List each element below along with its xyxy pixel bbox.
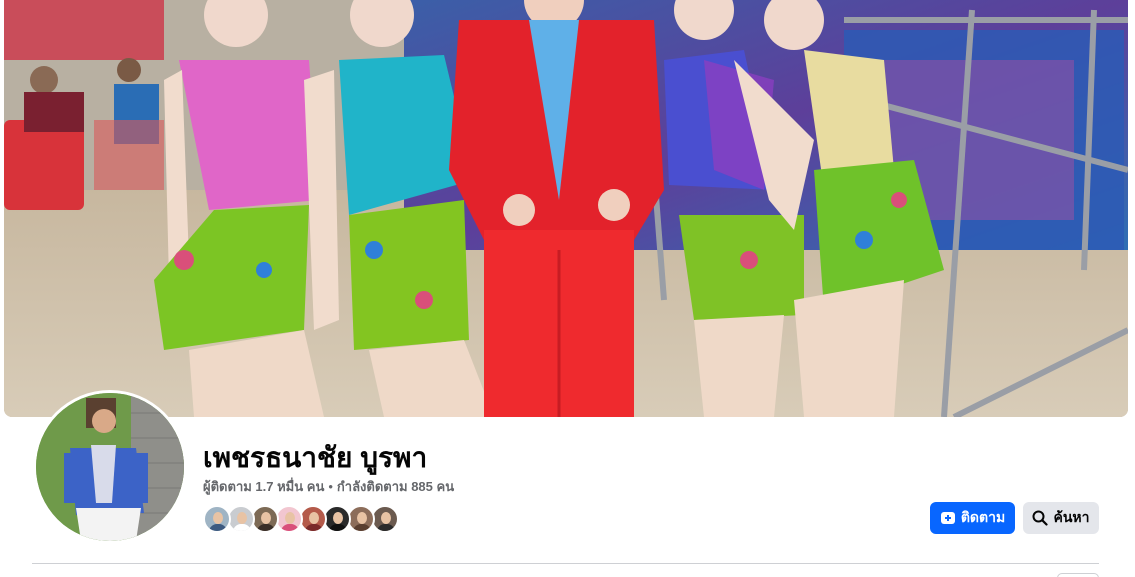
follower-avatar[interactable] (347, 505, 375, 533)
follower-avatar-body (353, 524, 371, 531)
facebook-profile-page: เพชรธนาชัย บูรพา ผู้ติดตาม 1.7 หมื่น คน •… (0, 0, 1135, 577)
follower-avatar[interactable] (203, 505, 231, 533)
follow-plus-icon (940, 510, 956, 526)
follow-button-label: ติดตาม (960, 509, 1006, 525)
follower-avatar-body (233, 524, 251, 531)
follower-avatars[interactable] (203, 505, 399, 533)
follower-avatar-face (213, 512, 223, 524)
follower-avatar[interactable] (323, 505, 351, 533)
profile-picture-image (36, 393, 184, 541)
follower-avatar-body (377, 524, 395, 531)
follower-avatar-face (237, 512, 247, 524)
follower-avatar-face (309, 512, 319, 524)
magnifier-icon (1032, 510, 1049, 526)
follower-avatar[interactable] (371, 505, 399, 533)
follower-avatar[interactable] (227, 505, 255, 533)
profile-stats: ผู้ติดตาม 1.7 หมื่น คน • กำลังติดตาม 885 ค… (203, 478, 454, 496)
follower-avatar-body (257, 524, 275, 531)
followers-count-link[interactable]: ผู้ติดตาม 1.7 หมื่น คน (203, 479, 324, 494)
follower-avatar-body (305, 524, 323, 531)
following-count-link[interactable]: กำลังติดตาม 885 คน (337, 479, 454, 494)
follower-avatar-face (285, 512, 295, 524)
follower-avatar[interactable] (275, 505, 303, 533)
search-button[interactable]: ค้นหา (1023, 502, 1099, 534)
page-title: เพชรธนาชัย บูรพา (203, 442, 428, 473)
follower-avatar-face (381, 512, 391, 524)
more-options-button[interactable] (1057, 573, 1099, 577)
header-divider (32, 563, 1099, 564)
follower-avatar-body (209, 524, 227, 531)
follower-avatar-body (281, 524, 299, 531)
follower-avatar-body (329, 524, 347, 531)
cover-photo[interactable] (4, 0, 1128, 417)
follower-avatar-face (357, 512, 367, 524)
stats-separator: • (328, 479, 333, 494)
follower-avatar-face (333, 512, 343, 524)
search-button-label: ค้นหา (1053, 509, 1090, 525)
follower-avatar[interactable] (251, 505, 279, 533)
follower-avatar[interactable] (299, 505, 327, 533)
profile-picture[interactable] (33, 390, 187, 544)
follower-avatar-face (261, 512, 271, 524)
follow-button[interactable]: ติดตาม (930, 502, 1015, 534)
